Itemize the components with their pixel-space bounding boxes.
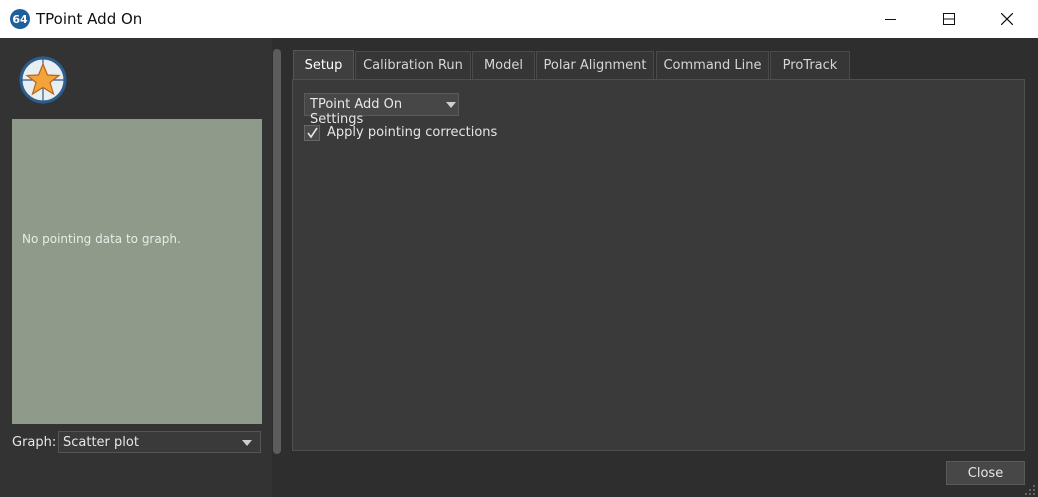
app-icon: 64 bbox=[10, 9, 30, 29]
tab-polar-alignment[interactable]: Polar Alignment bbox=[536, 51, 654, 79]
tab-model[interactable]: Model bbox=[472, 51, 535, 79]
close-button-label: Close bbox=[967, 465, 1004, 481]
tpoint-settings-dropdown-button[interactable]: TPoint Add On Settings bbox=[304, 93, 459, 127]
close-window-button[interactable] bbox=[978, 0, 1036, 38]
maximize-button[interactable] bbox=[920, 0, 978, 38]
settings-button-label: TPoint Add On Settings bbox=[310, 97, 403, 127]
graph-type-value: Scatter plot bbox=[63, 435, 139, 450]
tpoint-star-logo-icon bbox=[19, 56, 67, 104]
tab-label: Command Line bbox=[663, 58, 762, 73]
minimize-icon bbox=[885, 19, 896, 20]
tab-command-line[interactable]: Command Line bbox=[656, 51, 769, 79]
graph-label: Graph: bbox=[12, 435, 57, 450]
chevron-down-icon bbox=[242, 440, 252, 446]
tab-label: Setup bbox=[304, 57, 343, 73]
checkmark-icon bbox=[307, 127, 318, 139]
apply-corrections-checkbox[interactable] bbox=[304, 125, 320, 141]
graph-type-select[interactable]: Scatter plot bbox=[58, 431, 261, 453]
tpoint-window: 64 TPoint Add On No pointing data to gra… bbox=[0, 0, 1038, 497]
tab-setup[interactable]: Setup bbox=[293, 50, 354, 79]
tab-calibration-run[interactable]: Calibration Run bbox=[355, 51, 471, 79]
tab-label: Calibration Run bbox=[363, 58, 463, 73]
title-bar[interactable]: 64 TPoint Add On bbox=[0, 0, 1038, 38]
resize-grip-icon[interactable] bbox=[1024, 484, 1036, 496]
maximize-icon bbox=[943, 13, 955, 25]
pointing-graph-area: No pointing data to graph. bbox=[12, 119, 262, 424]
apply-corrections-label[interactable]: Apply pointing corrections bbox=[327, 125, 497, 140]
window-title: TPoint Add On bbox=[36, 10, 143, 28]
tab-protrack[interactable]: ProTrack bbox=[770, 51, 850, 79]
chevron-down-icon bbox=[446, 102, 456, 108]
tab-label: ProTrack bbox=[782, 58, 838, 73]
tab-label: Polar Alignment bbox=[543, 58, 647, 73]
tab-label: Model bbox=[483, 58, 524, 73]
pane-splitter[interactable] bbox=[273, 49, 281, 454]
graph-empty-message: No pointing data to graph. bbox=[22, 232, 181, 246]
close-icon bbox=[1001, 13, 1013, 25]
minimize-button-area[interactable] bbox=[862, 0, 920, 38]
close-button[interactable]: Close bbox=[946, 461, 1025, 485]
